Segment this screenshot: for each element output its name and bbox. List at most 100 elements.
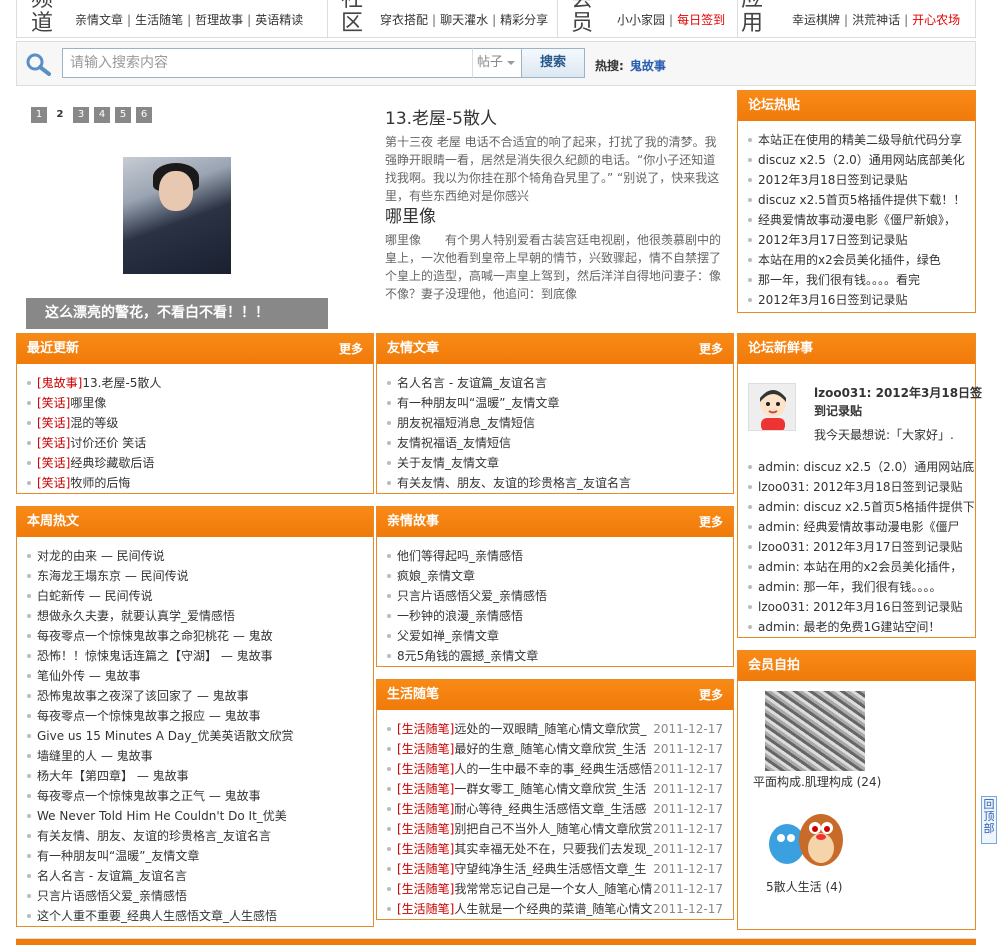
list-item[interactable]: lzoo031: 2012年3月16日签到记录贴 bbox=[748, 597, 974, 617]
feature-title[interactable]: lzoo031: 2012年3月18日签到记录贴 bbox=[814, 384, 994, 420]
list-item[interactable]: [生活随笔]远处的一双眼睛_随笔心情文章欣赏_ 2011-12-17 bbox=[387, 719, 733, 739]
nav-link[interactable]: 洪荒神话 bbox=[852, 13, 900, 27]
pager-button-current[interactable]: 2 bbox=[52, 107, 68, 123]
list-item[interactable]: 名人名言 - 友谊篇_友谊名言 bbox=[27, 866, 373, 886]
list-item[interactable]: 每夜零点一个惊悚鬼故事之命犯桃花 — 鬼故 bbox=[27, 626, 373, 646]
slideshow-image[interactable] bbox=[123, 157, 231, 274]
item-text[interactable]: 最好的生意_随笔心情文章欣赏_生活 bbox=[454, 742, 646, 756]
list-item[interactable]: admin: 最老的免费1G建站空间！ bbox=[748, 617, 974, 637]
nav-link[interactable]: 生活随笔 bbox=[135, 13, 183, 27]
nav-link[interactable]: 幸运棋牌 bbox=[792, 13, 840, 27]
back-to-top-button[interactable]: 回顶部 bbox=[981, 796, 997, 844]
item-tag[interactable]: [生活随笔] bbox=[397, 842, 454, 856]
avatar[interactable] bbox=[748, 383, 796, 431]
more-link[interactable]: 更多 bbox=[699, 334, 723, 364]
item-tag[interactable]: [生活随笔] bbox=[397, 822, 454, 836]
list-item[interactable]: 本站正在使用的精美二级导航代码分享 bbox=[748, 130, 975, 150]
nav-link[interactable]: 聊天灌水 bbox=[440, 13, 488, 27]
item-text[interactable]: 哪里像 bbox=[70, 396, 106, 410]
list-item[interactable]: [笑话]哪里像 bbox=[27, 393, 373, 413]
list-item[interactable]: 一秒钟的浪漫_亲情感悟 bbox=[387, 606, 733, 626]
list-item[interactable]: 8元5角钱的震撼_亲情文章 bbox=[387, 646, 733, 666]
item-text[interactable]: 人的一生中最不幸的事_经典生活感悟 bbox=[454, 762, 652, 776]
item-text[interactable]: 其实幸福无处不在，只要我们去发现_ bbox=[454, 842, 652, 856]
list-item[interactable]: 白蛇新传 — 民间传说 bbox=[27, 586, 373, 606]
item-tag[interactable]: [鬼故事] bbox=[37, 376, 82, 390]
item-tag[interactable]: [笑话] bbox=[37, 436, 70, 450]
item-tag[interactable]: [生活随笔] bbox=[397, 902, 454, 916]
story-title[interactable]: 13.老屋-5散人 bbox=[385, 104, 725, 129]
nav-link[interactable]: 穿衣搭配 bbox=[380, 13, 428, 27]
list-item[interactable]: 名人名言 - 友谊篇_友谊名言 bbox=[387, 373, 733, 393]
photo-album-label[interactable]: 5散人生活 (4) bbox=[766, 878, 842, 895]
item-text[interactable]: 13.老屋-5散人 bbox=[82, 376, 161, 390]
list-item[interactable]: 只言片语感悟父爱_亲情感悟 bbox=[387, 586, 733, 606]
more-link[interactable]: 更多 bbox=[699, 507, 723, 537]
pager-button[interactable]: 4 bbox=[94, 107, 110, 123]
list-item[interactable]: We Never Told Him He Couldn't Do It_优美 bbox=[27, 806, 373, 826]
list-item[interactable]: 2012年3月18日签到记录贴 bbox=[748, 170, 975, 190]
photo-album-label[interactable]: 平面构成.肌理构成 (24) bbox=[753, 773, 881, 790]
list-item[interactable]: 墙缝里的人 — 鬼故事 bbox=[27, 746, 373, 766]
search-button[interactable]: 搜索 bbox=[521, 48, 585, 78]
list-item[interactable]: 他们等得起吗_亲情感悟 bbox=[387, 546, 733, 566]
item-text[interactable]: 经典珍藏歇后语 bbox=[70, 456, 154, 470]
list-item[interactable]: [笑话]牧师的后悔 bbox=[27, 473, 373, 493]
story-title[interactable]: 哪里像 bbox=[385, 202, 725, 227]
item-text[interactable]: 人生就是一个经典的菜谱_随笔心情文 bbox=[454, 902, 652, 916]
item-tag[interactable]: [生活随笔] bbox=[397, 802, 454, 816]
list-item[interactable]: 这个人重不重要_经典人生感悟文章_人生感悟 bbox=[27, 906, 373, 926]
photo-thumb-texture[interactable] bbox=[765, 691, 865, 771]
nav-link[interactable]: 亲情文章 bbox=[75, 13, 123, 27]
list-item[interactable]: admin: 经典爱情故事动漫电影《僵尸 bbox=[748, 517, 974, 537]
list-item[interactable]: 经典爱情故事动漫电影《僵尸新娘》， bbox=[748, 210, 975, 230]
list-item[interactable]: 有关友情、朋友、友谊的珍贵格言_友谊名言 bbox=[27, 826, 373, 846]
item-tag[interactable]: [笑话] bbox=[37, 456, 70, 470]
list-item[interactable]: [生活随笔]耐心等待_经典生活感悟文章_生活感 2011-12-17 bbox=[387, 799, 733, 819]
list-item[interactable]: [生活随笔]我常常忘记自己是一个女人_随笔心情 2011-12-17 bbox=[387, 879, 733, 899]
item-tag[interactable]: [生活随笔] bbox=[397, 762, 454, 776]
item-tag[interactable]: [笑话] bbox=[37, 416, 70, 430]
list-item[interactable]: admin: discuz x2.5首页5格插件提供下 bbox=[748, 497, 974, 517]
item-tag[interactable]: [生活随笔] bbox=[397, 782, 454, 796]
item-text[interactable]: 远处的一双眼睛_随笔心情文章欣赏_ bbox=[454, 722, 646, 736]
nav-link-farm[interactable]: 开心农场 bbox=[912, 13, 960, 27]
list-item[interactable]: admin: discuz x2.5（2.0）通用网站底 bbox=[748, 457, 974, 477]
nav-link[interactable]: 哲理故事 bbox=[195, 13, 243, 27]
list-item[interactable]: discuz x2.5首页5格插件提供下载！！ bbox=[748, 190, 975, 210]
photo-thumb-cartoon[interactable] bbox=[763, 806, 848, 876]
more-link[interactable]: 更多 bbox=[699, 680, 723, 710]
item-text[interactable]: 守望纯净生活_经典生活感悟文章_生 bbox=[454, 862, 646, 876]
item-tag[interactable]: [笑话] bbox=[37, 396, 70, 410]
list-item[interactable]: 只言片语感悟父爱_亲情感悟 bbox=[27, 886, 373, 906]
item-text[interactable]: 讨价还价 笑话 bbox=[70, 436, 146, 450]
list-item[interactable]: [生活随笔]守望纯净生活_经典生活感悟文章_生 2011-12-17 bbox=[387, 859, 733, 879]
item-tag[interactable]: [生活随笔] bbox=[397, 722, 454, 736]
hot-search-link[interactable]: 鬼故事 bbox=[630, 59, 666, 73]
list-item[interactable]: 对龙的由来 — 民间传说 bbox=[27, 546, 373, 566]
list-item[interactable]: [生活随笔]最好的生意_随笔心情文章欣赏_生活 2011-12-17 bbox=[387, 739, 733, 759]
list-item[interactable]: 想做永久夫妻，就要认真学_爱情感悟 bbox=[27, 606, 373, 626]
nav-link[interactable]: 精彩分享 bbox=[500, 13, 548, 27]
item-text[interactable]: 我常常忘记自己是一个女人_随笔心情 bbox=[454, 882, 652, 896]
list-item[interactable]: discuz x2.5（2.0）通用网站底部美化 bbox=[748, 150, 975, 170]
more-link[interactable]: 更多 bbox=[339, 334, 363, 364]
item-text[interactable]: 耐心等待_经典生活感悟文章_生活感 bbox=[454, 802, 646, 816]
item-tag[interactable]: [生活随笔] bbox=[397, 742, 454, 756]
list-item[interactable]: lzoo031: 2012年3月17日签到记录贴 bbox=[748, 537, 974, 557]
list-item[interactable]: [鬼故事]13.老屋-5散人 bbox=[27, 373, 373, 393]
search-type-select[interactable]: 帖子 bbox=[472, 48, 522, 78]
list-item[interactable]: 本站在用的x2会员美化插件，绿色 bbox=[748, 250, 975, 270]
list-item[interactable]: 恐怖鬼故事之夜深了该回家了 — 鬼故事 bbox=[27, 686, 373, 706]
item-text[interactable]: 混的等级 bbox=[70, 416, 118, 430]
list-item[interactable]: admin: 那一年，我们很有钱。。。。 bbox=[748, 577, 974, 597]
nav-link-checkin[interactable]: 每日签到 bbox=[677, 13, 725, 27]
item-tag[interactable]: [生活随笔] bbox=[397, 882, 454, 896]
list-item[interactable]: admin: 本站在用的x2会员美化插件， bbox=[748, 557, 974, 577]
list-item[interactable]: [生活随笔]一群女零工_随笔心情文章欣赏_生活 2011-12-17 bbox=[387, 779, 733, 799]
list-item[interactable]: 2012年3月16日签到记录贴 bbox=[748, 290, 975, 310]
list-item[interactable]: 恐怖！！惊悚鬼话连篇之【守湖】 — 鬼故事 bbox=[27, 646, 373, 666]
item-text[interactable]: 牧师的后悔 bbox=[70, 476, 130, 490]
item-text[interactable]: 别把自己不当外人_随笔心情文章欣赏 bbox=[454, 822, 652, 836]
list-item[interactable]: Give us 15 Minutes A Day_优美英语散文欣赏 bbox=[27, 726, 373, 746]
